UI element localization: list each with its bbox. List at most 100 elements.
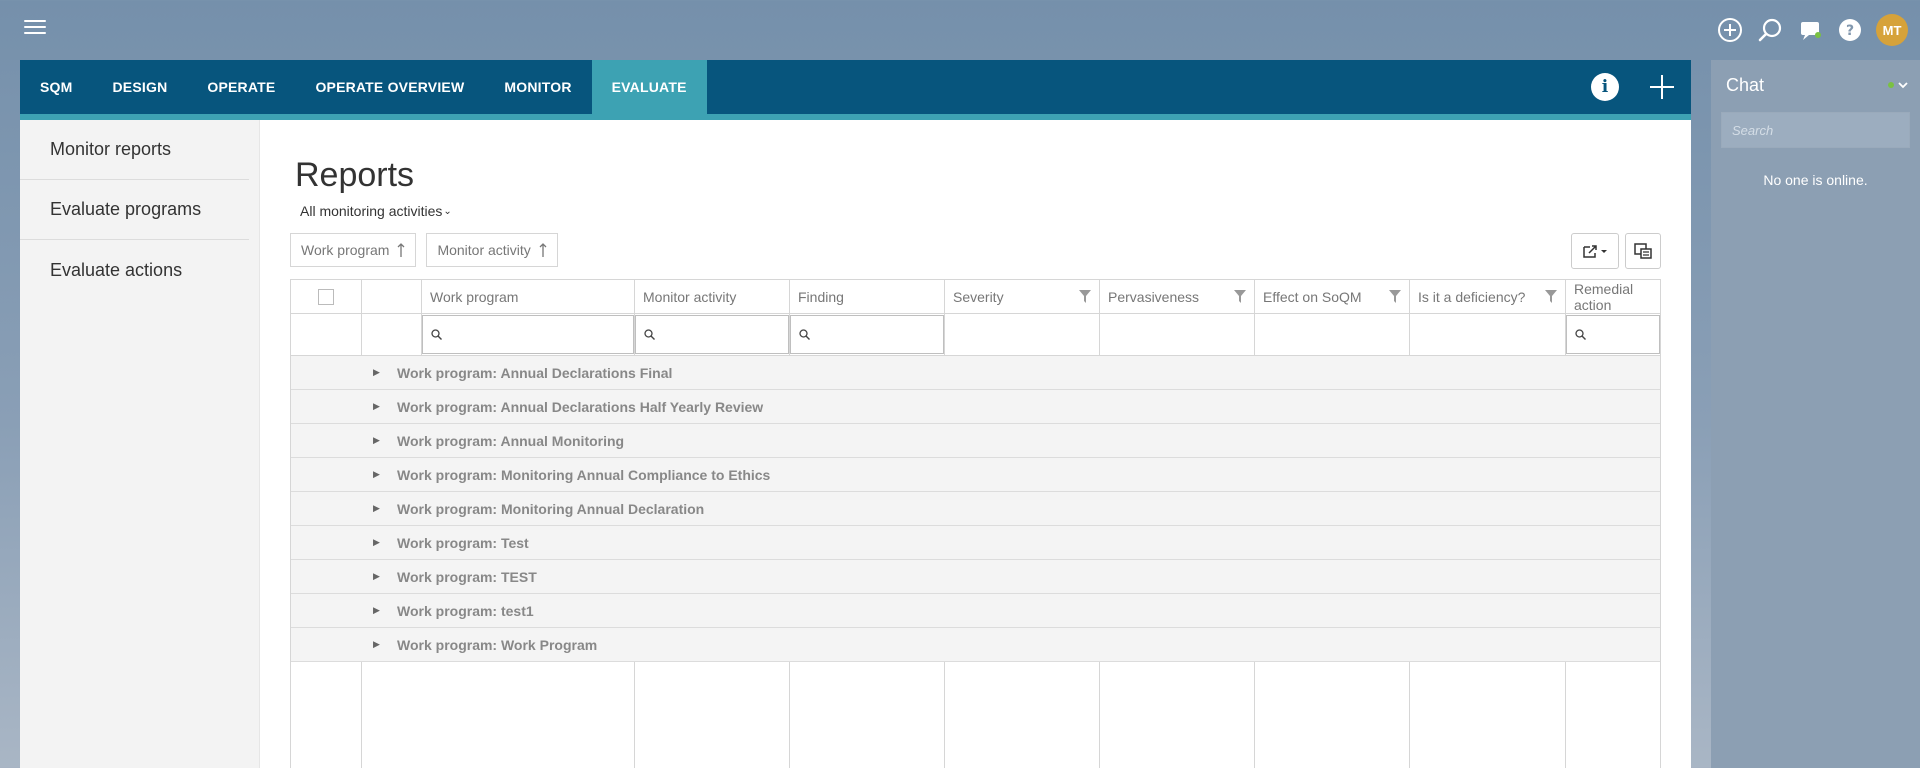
svg-text:?: ? [1846, 23, 1854, 39]
sidebar: Monitor reports Evaluate programs Evalua… [20, 120, 260, 768]
empty-column [1255, 662, 1410, 768]
filter-cell-monitor-activity [635, 314, 790, 355]
group-row[interactable]: ▶ Work program: Work Program [291, 628, 1660, 662]
tab-sqm[interactable]: SQM [20, 60, 93, 114]
empty-column [1566, 662, 1660, 768]
filter-funnel-icon[interactable] [1545, 290, 1557, 303]
chevron-down-icon: ⌄ [443, 205, 452, 217]
finding-filter-input[interactable] [790, 315, 944, 354]
chat-status-dropdown[interactable] [1888, 81, 1908, 89]
group-row[interactable]: ▶ Work program: Test [291, 526, 1660, 560]
sidebar-item-evaluate-actions[interactable]: Evaluate actions [20, 240, 249, 300]
group-row[interactable]: ▶ Work program: Annual Declarations Final [291, 356, 1660, 390]
tab-operate-overview[interactable]: OPERATE OVERVIEW [295, 60, 484, 114]
column-header-label: Work program [430, 288, 519, 305]
hamburger-menu-icon[interactable] [24, 20, 46, 38]
group-row-label: Work program: Monitoring Annual Complian… [397, 466, 771, 483]
export-button[interactable] [1571, 233, 1619, 269]
group-row-label: Work program: Annual Monitoring [397, 432, 625, 449]
empty-column [1410, 662, 1566, 768]
group-chip-label: Work program [301, 242, 390, 258]
column-header-finding[interactable]: Finding [790, 280, 945, 313]
group-row-label: Work program: Monitoring Annual Declarat… [397, 500, 705, 517]
info-icon[interactable]: i [1591, 73, 1619, 101]
column-header-remedial-action[interactable]: Remedial action [1566, 280, 1660, 313]
expand-arrow-icon[interactable]: ▶ [373, 639, 397, 650]
filter-funnel-icon[interactable] [1389, 290, 1401, 303]
tab-operate[interactable]: OPERATE [187, 60, 295, 114]
column-chooser-icon [1634, 243, 1652, 259]
user-avatar[interactable]: MT [1876, 14, 1908, 46]
monitor-activity-filter-input[interactable] [635, 315, 789, 354]
group-row-label: Work program: Test [397, 534, 529, 551]
sidebar-item-evaluate-programs[interactable]: Evaluate programs [20, 180, 249, 240]
sort-ascending-icon [397, 243, 405, 257]
column-header-label: Pervasiveness [1108, 288, 1200, 305]
grid-empty-area [291, 662, 1660, 768]
column-header-monitor-activity[interactable]: Monitor activity [635, 280, 790, 313]
tab-design[interactable]: DESIGN [93, 60, 188, 114]
help-icon[interactable]: ? [1836, 16, 1864, 44]
work-program-filter-input[interactable] [422, 315, 634, 354]
group-row-label: Work program: TEST [397, 568, 537, 585]
filter-cell-pervasiveness [1100, 314, 1255, 355]
search-icon [1575, 329, 1586, 340]
column-header-severity[interactable]: Severity [945, 280, 1100, 313]
expand-arrow-icon[interactable]: ▶ [373, 401, 397, 412]
group-row-label: Work program: Work Program [397, 636, 598, 653]
expand-arrow-icon[interactable]: ▶ [373, 367, 397, 378]
column-header-pervasiveness[interactable]: Pervasiveness [1100, 280, 1255, 313]
select-all-cell [291, 280, 362, 313]
tab-evaluate[interactable]: EVALUATE [591, 60, 707, 114]
group-chip-label: Monitor activity [437, 242, 531, 258]
expand-arrow-icon[interactable]: ▶ [373, 469, 397, 480]
main-panel: SQM DESIGN OPERATE OPERATE OVERVIEW MONI… [20, 60, 1691, 768]
tab-monitor[interactable]: MONITOR [484, 60, 591, 114]
filter-cell-finding [790, 314, 945, 355]
plus-circle-icon[interactable] [1716, 16, 1744, 44]
column-header-label: Monitor activity [643, 288, 737, 305]
select-all-checkbox[interactable] [318, 288, 334, 305]
expand-arrow-icon[interactable]: ▶ [373, 571, 397, 582]
chat-bubble-icon[interactable] [1796, 16, 1824, 44]
expand-arrow-icon[interactable]: ▶ [373, 503, 397, 514]
activity-filter-dropdown[interactable]: All monitoring activities ⌄ [300, 203, 452, 219]
grid-toolbar [1571, 233, 1661, 269]
group-row-label: Work program: test1 [397, 602, 534, 619]
remedial-action-filter-input[interactable] [1566, 315, 1660, 354]
group-row[interactable]: ▶ Work program: Annual Monitoring [291, 424, 1660, 458]
sidebar-item-monitor-reports[interactable]: Monitor reports [20, 120, 249, 180]
column-header-work-program[interactable]: Work program [422, 280, 635, 313]
export-icon [1583, 245, 1607, 258]
page-title: Reports [295, 156, 415, 194]
online-status-dot [1888, 82, 1894, 88]
filter-funnel-icon[interactable] [1234, 290, 1246, 303]
empty-column [790, 662, 945, 768]
chat-search-input[interactable]: Search [1721, 112, 1910, 148]
filter-funnel-icon[interactable] [1079, 290, 1091, 303]
search-icon [644, 329, 655, 340]
reports-grid: Work program Monitor activity Finding Se… [290, 279, 1661, 768]
group-row[interactable]: ▶ Work program: Monitoring Annual Declara… [291, 492, 1660, 526]
expand-arrow-icon[interactable]: ▶ [373, 537, 397, 548]
expand-arrow-icon[interactable]: ▶ [373, 605, 397, 616]
top-toolbar: ? MT [1716, 14, 1908, 46]
empty-column [291, 662, 362, 768]
group-chip-work-program[interactable]: Work program [290, 233, 417, 267]
add-icon[interactable] [1649, 74, 1675, 100]
column-chooser-button[interactable] [1625, 233, 1661, 269]
column-header-is-deficiency[interactable]: Is it a deficiency? [1410, 280, 1566, 313]
group-chip-monitor-activity[interactable]: Monitor activity [426, 233, 558, 267]
filter-cell-remedial-action [1566, 314, 1660, 355]
group-row[interactable]: ▶ Work program: TEST [291, 560, 1660, 594]
chat-header: Chat [1711, 60, 1920, 110]
column-header-label: Severity [953, 288, 1004, 305]
search-icon[interactable] [1756, 16, 1784, 44]
column-header-effect-on-soqm[interactable]: Effect on SoQM [1255, 280, 1410, 313]
chat-title: Chat [1726, 74, 1765, 95]
group-row[interactable]: ▶ Work program: test1 [291, 594, 1660, 628]
expand-arrow-icon[interactable]: ▶ [373, 435, 397, 446]
group-row[interactable]: ▶ Work program: Monitoring Annual Complia… [291, 458, 1660, 492]
group-row[interactable]: ▶ Work program: Annual Declarations Half … [291, 390, 1660, 424]
filter-cell-empty [362, 314, 422, 355]
